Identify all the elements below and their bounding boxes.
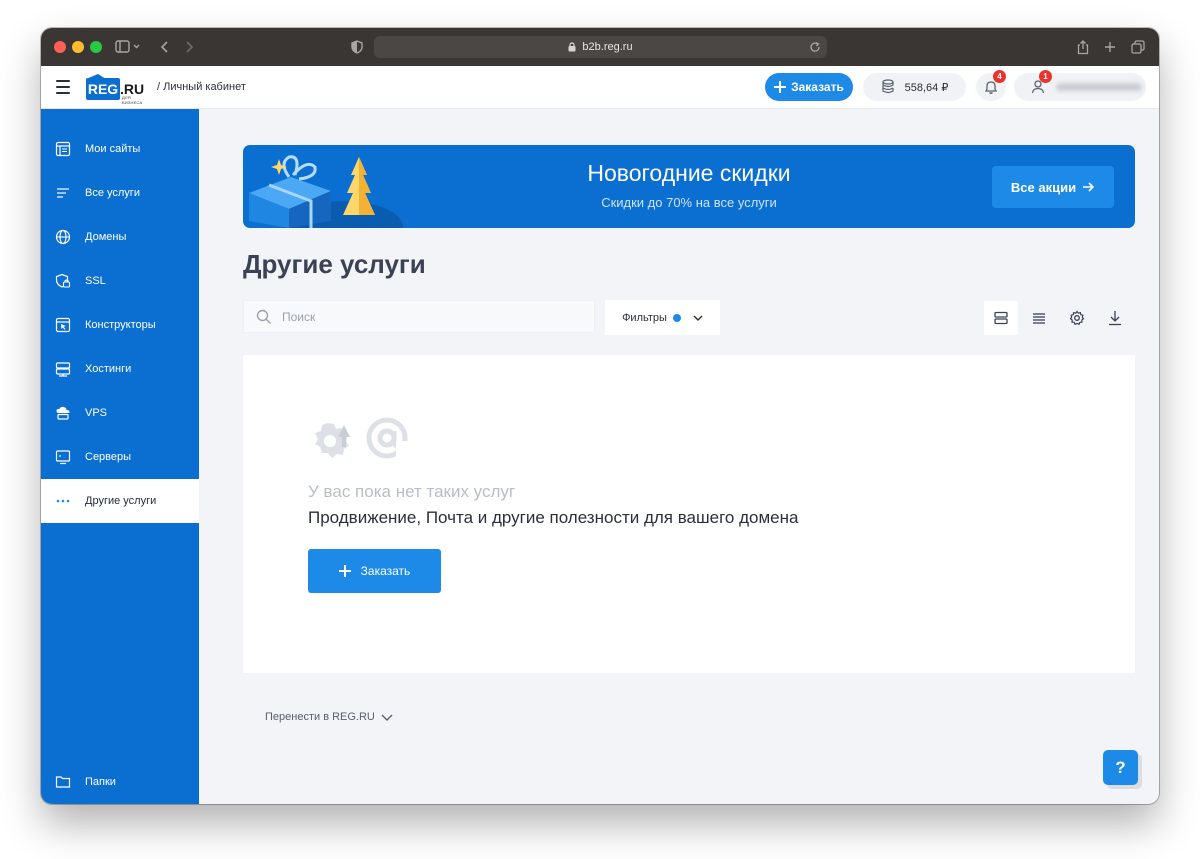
user-badge: 1 — [1039, 70, 1052, 83]
card-view-icon — [994, 311, 1008, 325]
sidebar: Мои сайты Все услуги Домены SSL Конструк… — [41, 109, 199, 804]
gear-icon — [1069, 310, 1085, 326]
order-service-button[interactable]: Заказать — [308, 549, 441, 593]
cloud-server-icon — [55, 405, 71, 421]
empty-state-icons — [308, 415, 410, 461]
transfer-to-reg-link[interactable]: Перенести в REG.RU — [265, 711, 393, 723]
notifications-badge: 4 — [993, 70, 1006, 83]
url-text: b2b.reg.ru — [582, 41, 633, 53]
sites-icon — [55, 141, 71, 157]
plus-icon — [774, 81, 787, 93]
tab-overview-icon[interactable] — [1129, 37, 1147, 57]
sidebar-item-all-services[interactable]: Все услуги — [41, 171, 199, 215]
browser-window: b2b.reg.ru REG .RU ДЛЯ БИЗНЕСА / Личный … — [41, 28, 1159, 804]
new-tab-icon[interactable] — [1102, 37, 1118, 57]
sidebar-item-folders[interactable]: Папки — [41, 760, 199, 804]
sidebar-item-domains[interactable]: Домены — [41, 215, 199, 259]
list-icon — [55, 185, 71, 201]
reload-icon[interactable] — [809, 41, 821, 53]
list-view-button[interactable] — [1022, 301, 1056, 335]
back-icon[interactable] — [157, 37, 173, 57]
page-title: Другие услуги — [243, 249, 426, 279]
promotion-gear-icon — [315, 423, 350, 458]
breadcrumb[interactable]: / Личный кабинет — [157, 81, 246, 93]
download-icon — [1109, 311, 1121, 326]
empty-state-description: Продвижение, Почта и другие полезности д… — [308, 508, 799, 527]
download-button[interactable] — [1098, 301, 1132, 335]
sidebar-item-my-sites[interactable]: Мои сайты — [41, 127, 199, 171]
minimize-window-button[interactable] — [72, 41, 84, 53]
forward-icon[interactable] — [181, 37, 197, 57]
sidebar-item-other-services[interactable]: Другие услуги — [41, 479, 199, 523]
search-field[interactable] — [243, 300, 595, 333]
empty-state-title: У вас пока нет таких услуг — [308, 482, 516, 501]
constructor-icon — [55, 317, 71, 333]
sidebar-item-vps[interactable]: VPS — [41, 391, 199, 435]
hosting-icon — [55, 361, 71, 377]
browser-toolbar: b2b.reg.ru — [41, 28, 1159, 66]
app-header: REG .RU ДЛЯ БИЗНЕСА / Личный кабинет Зак… — [41, 66, 1159, 109]
server-icon — [55, 449, 71, 465]
menu-icon[interactable] — [56, 80, 70, 94]
globe-icon — [55, 229, 71, 245]
filter-active-dot — [672, 313, 681, 322]
arrow-right-icon — [1083, 182, 1095, 192]
chevron-down-icon — [381, 714, 393, 721]
plus-icon — [338, 565, 351, 577]
search-icon — [256, 309, 271, 324]
sidebar-item-servers[interactable]: Серверы — [41, 435, 199, 479]
balance-value: 558,64 ₽ — [904, 81, 949, 94]
reg-ru-logo[interactable]: REG .RU ДЛЯ БИЗНЕСА — [86, 74, 152, 105]
list-view-icon — [1033, 313, 1045, 324]
notifications-button[interactable]: 4 — [976, 70, 1006, 101]
sidebar-item-ssl[interactable]: SSL — [41, 259, 199, 303]
user-name-blurred — [1056, 83, 1142, 91]
share-icon[interactable] — [1075, 37, 1091, 57]
settings-button[interactable] — [1060, 301, 1094, 335]
sidebar-toggle-icon[interactable] — [113, 37, 143, 57]
all-promotions-button[interactable]: Все акции — [992, 166, 1114, 208]
chevron-down-icon — [693, 315, 703, 321]
help-button[interactable]: ? — [1103, 750, 1138, 785]
order-button[interactable]: Заказать — [765, 73, 853, 101]
search-input[interactable] — [282, 309, 582, 324]
filters-dropdown[interactable]: Фильтры — [605, 300, 720, 335]
shield-icon — [55, 273, 71, 289]
sidebar-item-hosting[interactable]: Хостинги — [41, 347, 199, 391]
empty-state-card: У вас пока нет таких услуг Продвижение, … — [243, 355, 1135, 673]
lock-icon — [568, 42, 576, 52]
maximize-window-button[interactable] — [90, 41, 102, 53]
user-menu-button[interactable]: 1 — [1014, 70, 1146, 101]
coins-icon — [882, 79, 894, 94]
promo-banner[interactable]: Новогодние скидки Скидки до 70% на все у… — [243, 145, 1135, 228]
card-view-button[interactable] — [984, 301, 1018, 335]
address-bar[interactable]: b2b.reg.ru — [374, 36, 827, 58]
privacy-shield-icon[interactable] — [349, 37, 365, 57]
balance-button[interactable]: 558,64 ₽ — [863, 73, 966, 101]
sidebar-item-constructors[interactable]: Конструкторы — [41, 303, 199, 347]
dots-icon — [55, 493, 71, 509]
close-window-button[interactable] — [54, 41, 66, 53]
folder-icon — [55, 774, 71, 790]
at-mail-icon — [366, 417, 410, 461]
